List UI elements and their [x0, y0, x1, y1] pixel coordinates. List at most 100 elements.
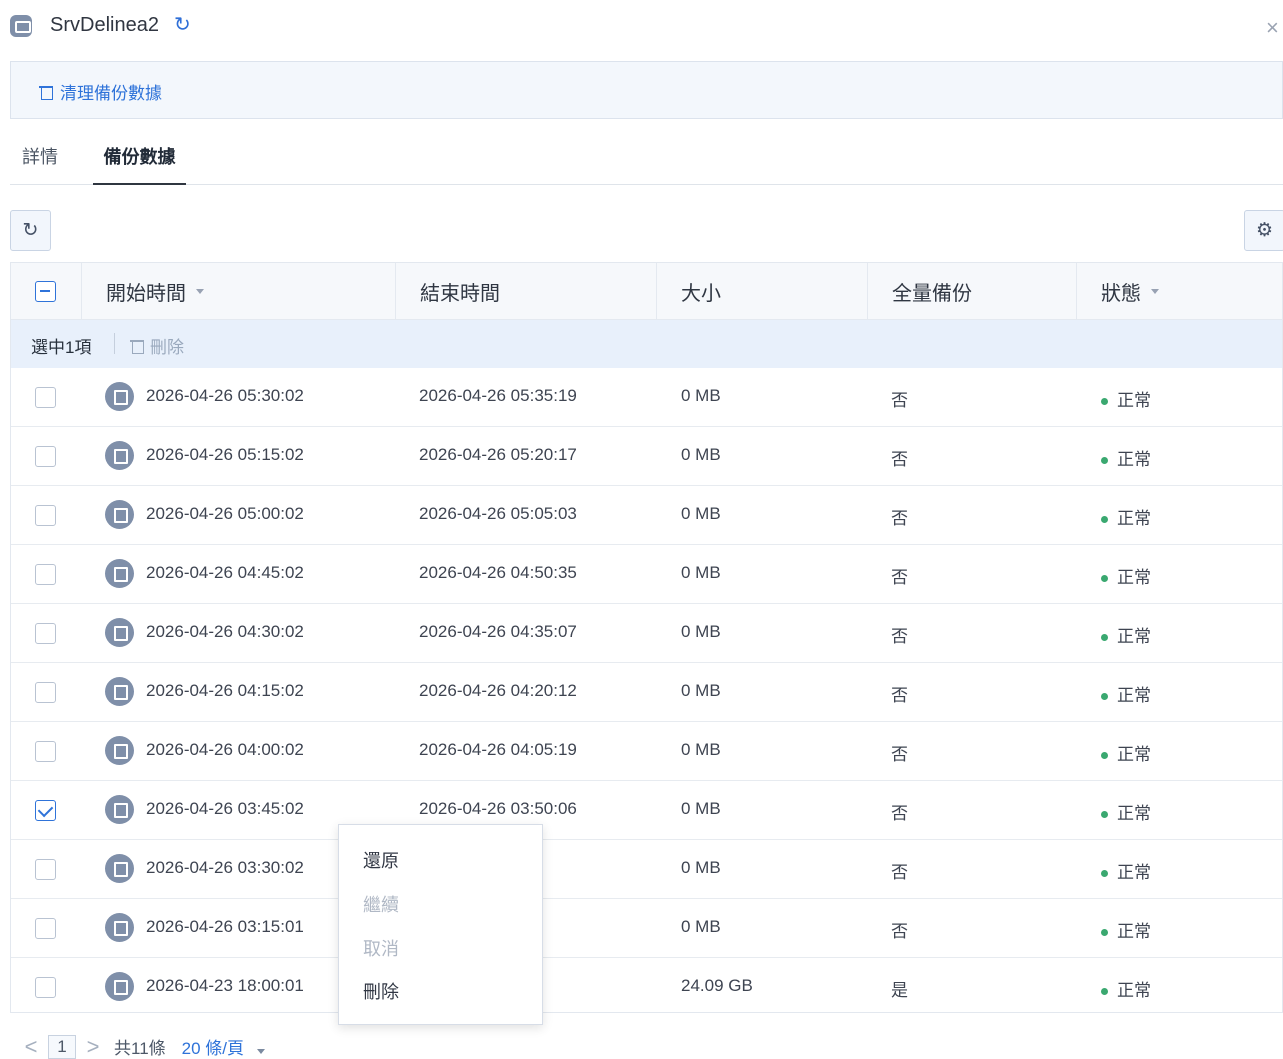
chevron-down-icon [256, 1049, 265, 1054]
select-all-checkbox[interactable] [35, 281, 56, 302]
status-cell: 正常 [1101, 799, 1151, 824]
status-dot-icon [1101, 988, 1108, 996]
trash-icon [38, 84, 54, 100]
full-backup-cell: 否 [891, 745, 908, 764]
menu-item-cancel: 取消 [363, 939, 399, 959]
page-size-select[interactable]: 20 條/頁 [182, 1034, 265, 1059]
close-icon[interactable]: × [1266, 16, 1283, 40]
status-text: 正常 [1117, 745, 1151, 764]
row-checkbox[interactable] [35, 859, 56, 880]
tab-bar: 詳情 備份數據 [10, 136, 1283, 185]
status-dot-icon [1101, 870, 1108, 878]
row-checkbox[interactable] [35, 741, 56, 762]
end-time-cell: 2026-04-26 03:50:06 [419, 799, 577, 818]
row-checkbox[interactable] [35, 918, 56, 939]
next-page-button[interactable]: > [82, 1034, 104, 1059]
status-dot-icon [1101, 811, 1108, 819]
chevron-down-icon [196, 289, 204, 294]
status-cell: 正常 [1101, 858, 1151, 883]
status-text: 正常 [1117, 568, 1151, 587]
table-row[interactable]: 2026-04-26 05:15:02 2026-04-26 05:20:17 0 … [11, 427, 1282, 486]
size-cell: 0 MB [681, 681, 721, 700]
backup-table: 開始時間 結束時間 大小 全量備份 狀態 選中1項 刪除 2026-04-26 … [10, 262, 1283, 1013]
table-header: 開始時間 結束時間 大小 全量備份 狀態 [11, 263, 1282, 320]
status-dot-icon [1101, 752, 1108, 760]
table-settings-button[interactable]: ⚙ [1244, 210, 1283, 251]
row-checkbox[interactable] [35, 505, 56, 526]
status-cell: 正常 [1101, 563, 1151, 588]
size-cell: 24.09 GB [681, 976, 753, 995]
title-bar: SrvDelinea2 ↻ × [0, 0, 1283, 56]
start-time-cell: 2026-04-26 05:15:02 [146, 445, 304, 464]
end-time-cell: 2026-04-26 05:20:17 [419, 445, 577, 464]
backup-file-icon [105, 618, 134, 647]
row-context-menu: 還原 繼續 取消 刪除 [338, 824, 543, 1025]
table-row[interactable]: 2026-04-26 03:45:02 2026-04-26 03:50:06 0 … [11, 781, 1282, 840]
table-row[interactable]: 2026-04-26 05:00:02 2026-04-26 05:05:03 0 … [11, 486, 1282, 545]
page-number[interactable]: 1 [48, 1034, 76, 1059]
table-row[interactable]: 2026-04-23 18:00:01:10:2524.09 GB是正常 [11, 958, 1282, 1012]
column-start-time[interactable]: 開始時間 [82, 263, 396, 320]
select-all-header [11, 263, 82, 320]
refresh-icon[interactable]: ↻ [174, 14, 196, 36]
status-cell: 正常 [1101, 740, 1151, 765]
column-full-backup: 全量備份 [868, 263, 1077, 320]
menu-item-restore[interactable]: 還原 [363, 847, 399, 873]
refresh-table-button[interactable]: ↻ [10, 210, 51, 251]
status-cell: 正常 [1101, 681, 1151, 706]
table-row[interactable]: 2026-04-26 03:15:01:19:570 MB否正常 [11, 899, 1282, 958]
size-cell: 0 MB [681, 386, 721, 405]
server-icon [10, 15, 32, 37]
status-dot-icon [1101, 575, 1108, 583]
start-time-cell: 2026-04-26 04:00:02 [146, 740, 304, 759]
selection-divider [114, 333, 115, 354]
chevron-down-icon [1151, 289, 1159, 294]
row-checkbox[interactable] [35, 800, 56, 821]
status-dot-icon [1101, 516, 1108, 524]
end-time-cell: 2026-04-26 05:35:19 [419, 386, 577, 405]
size-cell: 0 MB [681, 740, 721, 759]
table-row[interactable]: 2026-04-26 04:45:02 2026-04-26 04:50:35 0 … [11, 545, 1282, 604]
status-text: 正常 [1117, 922, 1151, 941]
status-dot-icon [1101, 929, 1108, 937]
menu-item-delete[interactable]: 刪除 [363, 978, 399, 1004]
table-row[interactable]: 2026-04-26 05:30:02 2026-04-26 05:35:19 0 … [11, 368, 1282, 427]
row-checkbox[interactable] [35, 682, 56, 703]
start-time-cell: 2026-04-26 05:30:02 [146, 386, 304, 405]
status-text: 正常 [1117, 863, 1151, 882]
status-dot-icon [1101, 634, 1108, 642]
start-time-cell: 2026-04-26 03:15:01 [146, 917, 304, 936]
full-backup-cell: 否 [891, 686, 908, 705]
tab-backup-data[interactable]: 備份數據 [93, 143, 186, 185]
delete-selected-label: 刪除 [150, 338, 184, 357]
column-size: 大小 [657, 263, 868, 320]
column-size-label: 大小 [681, 283, 721, 305]
row-checkbox[interactable] [35, 977, 56, 998]
column-status-label: 狀態 [1101, 283, 1141, 305]
column-end-time: 結束時間 [396, 263, 657, 320]
size-cell: 0 MB [681, 504, 721, 523]
table-row[interactable]: 2026-04-26 03:30:02:35:240 MB否正常 [11, 840, 1282, 899]
status-text: 正常 [1117, 981, 1151, 1000]
status-cell: 正常 [1101, 622, 1151, 647]
table-row[interactable]: 2026-04-26 04:15:02 2026-04-26 04:20:12 0 … [11, 663, 1282, 722]
size-cell: 0 MB [681, 917, 721, 936]
table-row[interactable]: 2026-04-26 04:00:02 2026-04-26 04:05:19 0 … [11, 722, 1282, 781]
row-checkbox[interactable] [35, 446, 56, 467]
row-checkbox[interactable] [35, 387, 56, 408]
full-backup-cell: 否 [891, 391, 908, 410]
backup-file-icon [105, 972, 134, 1001]
row-checkbox[interactable] [35, 623, 56, 644]
status-cell: 正常 [1101, 504, 1151, 529]
gear-icon: ⚙ [1255, 220, 1274, 241]
prev-page-button[interactable]: < [20, 1034, 42, 1059]
clean-backup-button[interactable]: 清理備份數據 [38, 79, 162, 104]
table-row[interactable]: 2026-04-26 04:30:02 2026-04-26 04:35:07 0 … [11, 604, 1282, 663]
status-text: 正常 [1117, 627, 1151, 646]
delete-selected-button[interactable]: 刪除 [129, 333, 184, 358]
page-size-label: 20 條/頁 [181, 1039, 245, 1058]
row-checkbox[interactable] [35, 564, 56, 585]
column-status[interactable]: 狀態 [1077, 263, 1282, 320]
tab-details[interactable]: 詳情 [22, 143, 58, 185]
status-cell: 正常 [1101, 386, 1151, 411]
